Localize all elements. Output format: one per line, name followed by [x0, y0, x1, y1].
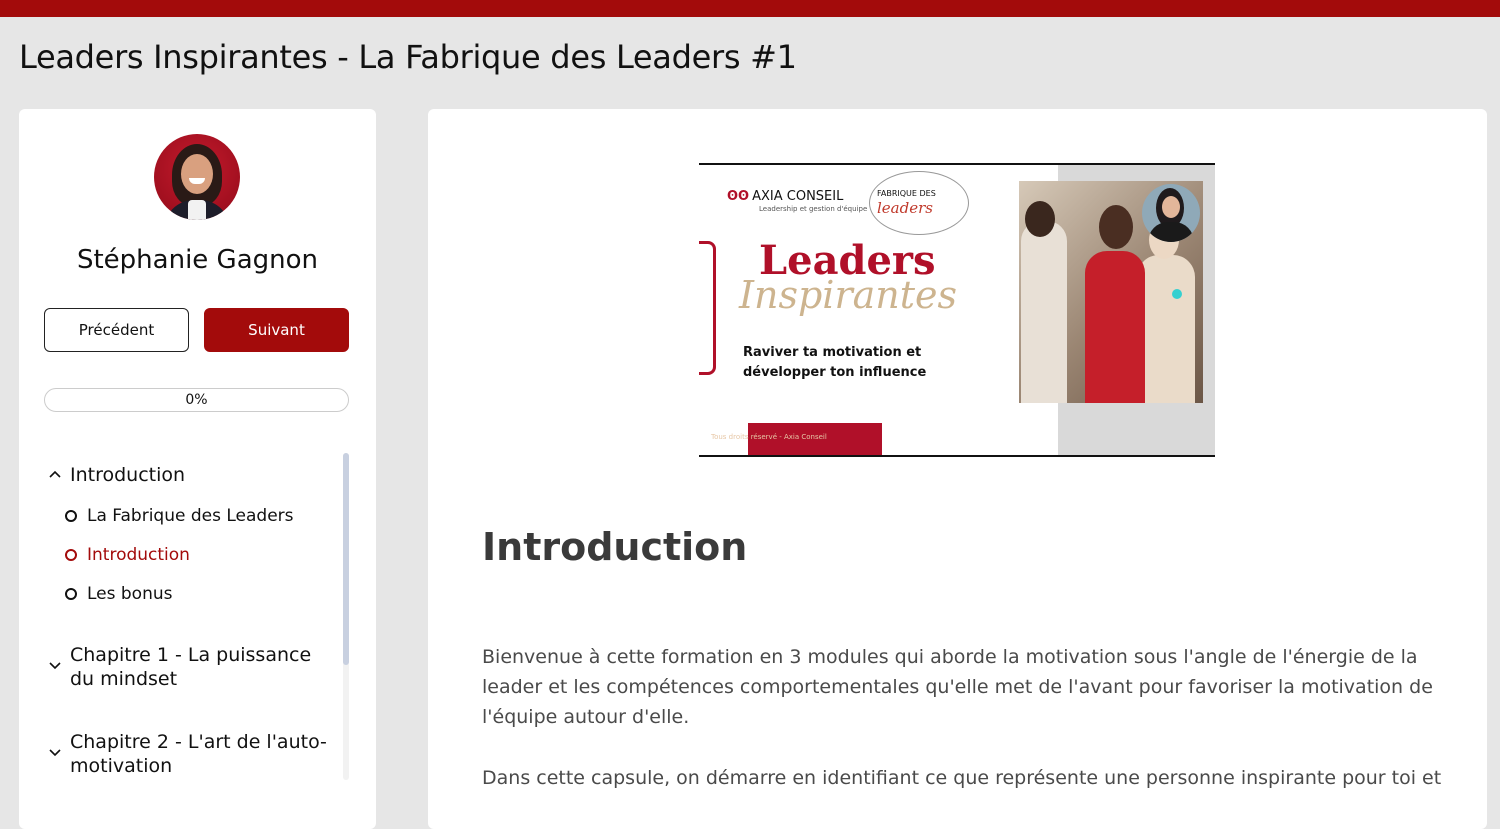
course-sidebar: Stéphanie Gagnon Précédent Suivant 0% In…: [19, 109, 376, 829]
page-title: Leaders Inspirantes - La Fabrique des Le…: [19, 38, 797, 76]
lesson-label: La Fabrique des Leaders: [87, 506, 294, 526]
chevron-up-icon[interactable]: [47, 467, 63, 483]
section-chapitre-1[interactable]: Chapitre 1 - La puissance du mindset: [70, 643, 340, 691]
instructor-avatar: [154, 134, 240, 220]
presenter-inset-photo: [1142, 184, 1200, 242]
outline-scrollbar-thumb[interactable]: [343, 453, 349, 665]
lesson-status-icon: [65, 510, 77, 522]
chevron-down-icon[interactable]: [47, 744, 63, 760]
section-introduction[interactable]: Introduction: [70, 463, 340, 487]
course-outline: Introduction La Fabrique des Leaders Int…: [19, 445, 349, 780]
lesson-content: ʘʘ AXIA CONSEIL Leadership et gestion d'é…: [428, 109, 1487, 829]
lesson-label: Les bonus: [87, 584, 173, 604]
fabrique-logo-script: leaders: [877, 199, 933, 217]
lesson-introduction[interactable]: Introduction: [65, 543, 190, 567]
previous-button[interactable]: Précédent: [44, 308, 189, 352]
slide-bracket: [699, 241, 716, 375]
axia-logo-subtitle: Leadership et gestion d'équipe: [759, 205, 868, 213]
next-button[interactable]: Suivant: [204, 308, 349, 352]
slide-photo: [1019, 181, 1203, 403]
lesson-status-icon: [65, 588, 77, 600]
lesson-status-icon: [65, 549, 77, 561]
progress-label: 0%: [185, 392, 208, 408]
lesson-paragraph: Bienvenue à cette formation en 3 modules…: [482, 646, 1433, 728]
slide-subtitle: Raviver ta motivation et développer ton …: [743, 345, 927, 380]
lesson-la-fabrique-des-leaders[interactable]: La Fabrique des Leaders: [65, 504, 294, 528]
axia-logo-icon: ʘʘ: [727, 189, 750, 204]
lesson-paragraph: Dans cette capsule, on démarre en identi…: [482, 767, 1442, 789]
section-chapitre-2[interactable]: Chapitre 2 - L'art de l'auto-motivation: [70, 730, 340, 778]
lesson-label: Introduction: [87, 545, 190, 565]
progress-bar: 0%: [44, 388, 349, 412]
top-brand-bar: [0, 0, 1500, 17]
slide-footer: Tous droits réservé - Axia Conseil: [711, 433, 827, 441]
instructor-name: Stéphanie Gagnon: [76, 245, 319, 275]
chevron-down-icon[interactable]: [47, 657, 63, 673]
slide-script-title: Inspirantes: [739, 273, 958, 317]
fabrique-logo-top: FABRIQUE DES: [877, 189, 936, 198]
axia-logo: ʘʘ AXIA CONSEIL: [727, 189, 844, 204]
lesson-heading: Introduction: [482, 525, 748, 569]
lesson-slide-image: ʘʘ AXIA CONSEIL Leadership et gestion d'é…: [699, 163, 1215, 457]
outline-scrollbar[interactable]: [343, 453, 349, 780]
lesson-les-bonus[interactable]: Les bonus: [65, 582, 173, 606]
